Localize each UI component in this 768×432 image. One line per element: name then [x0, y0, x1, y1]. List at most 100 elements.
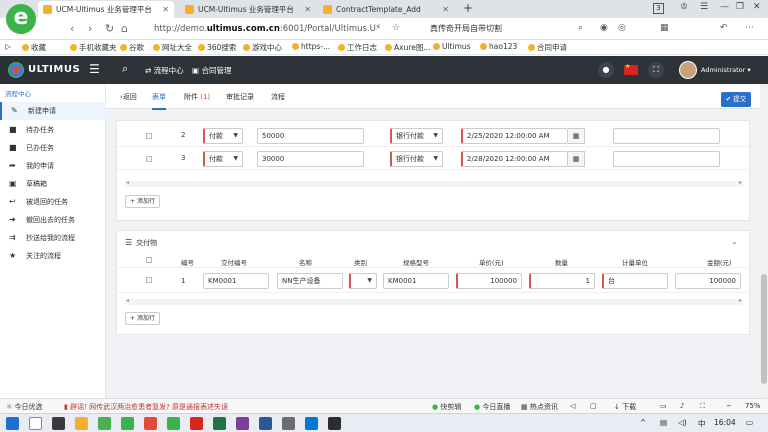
browser-tab[interactable]: UCM-Ultimus 业务管理平台 ✕ [180, 1, 316, 18]
quantity-input[interactable]: 1 [529, 273, 595, 289]
browser-active-icon[interactable] [167, 417, 180, 430]
extension-icon[interactable]: ◉ [600, 23, 608, 33]
browser-tab[interactable]: UCM-Ultimus 业务管理平台 ✕ [38, 1, 174, 18]
bookmark-item[interactable]: 谷歌 [120, 42, 144, 53]
calendar-icon[interactable]: ▦ [568, 128, 585, 144]
zoom-level[interactable]: 75% [745, 402, 761, 410]
category-select[interactable]: ▼ [349, 273, 377, 289]
close-tab-icon[interactable]: ✕ [162, 1, 169, 18]
row-checkbox[interactable] [146, 133, 152, 139]
unit-price-input[interactable]: 100000 [456, 273, 522, 289]
amount-input[interactable]: 100000 [675, 273, 741, 289]
add-row-button[interactable]: + 添加行 [125, 195, 160, 208]
refresh-icon[interactable]: ↻ [105, 22, 114, 35]
tray-chevron-icon[interactable]: ^ [640, 418, 646, 427]
app-logo[interactable]: ULTIMUS [0, 56, 80, 84]
page-scrollbar[interactable] [760, 84, 768, 398]
sidebar-toggle-icon[interactable]: ▷ [5, 42, 11, 51]
select-all-checkbox[interactable] [146, 257, 152, 263]
news-ticker[interactable]: ▮ 辟谣! 网传武汉两治愈患者复发? 原是通报表述失误 [64, 402, 228, 412]
payment-method-select[interactable]: 银行付款 ▼ [390, 151, 443, 167]
grid-icon[interactable]: ▦ [660, 23, 669, 33]
bookmark-item[interactable]: https-... [292, 42, 330, 51]
hamburger-menu-icon[interactable]: ☰ [89, 62, 100, 76]
tab-form[interactable]: 表单 [152, 92, 166, 110]
remark-input[interactable] [613, 151, 720, 167]
forward-icon[interactable]: › [88, 22, 92, 35]
tab-count-badge[interactable]: 3 [653, 3, 664, 14]
speaker-icon[interactable]: ◁ [570, 402, 575, 410]
close-window-icon[interactable]: ✕ [753, 2, 761, 12]
network-icon[interactable]: ▤ [660, 418, 667, 427]
sidebar-item-cc-to-me[interactable]: ⇉ 抄送给我的流程 [0, 229, 106, 247]
sound-icon[interactable]: ♪ [680, 402, 684, 410]
fullscreen-icon[interactable]: ⛶ [700, 402, 705, 411]
horizontal-scrollbar[interactable]: ◂ ▸ [125, 297, 743, 305]
browser-logo-icon[interactable]: e [6, 4, 36, 34]
menu-item-process-center[interactable]: ⇄ 流程中心 [145, 65, 184, 76]
bookmark-item[interactable]: Axure图... [385, 42, 431, 53]
chrome-icon[interactable] [98, 417, 111, 430]
payment-type-select[interactable]: 付款 ▼ [203, 128, 243, 144]
menu-icon[interactable]: ☰ [700, 2, 708, 12]
sidebar-item-drafts[interactable]: ▣ 草稿箱 [0, 175, 106, 193]
sidebar-item-withdrawn-tasks[interactable]: ➜ 撤回出去的任务 [0, 211, 106, 229]
sidebar-item-done-tasks[interactable]: ■ 已办任务 [0, 139, 106, 157]
bookmark-item[interactable]: 手机收藏夹 [70, 42, 117, 53]
url-input[interactable]: http://demo.ultimus.com.cn:6001/Portal/U… [136, 21, 426, 37]
user-menu[interactable]: Administrator ▾ [701, 66, 751, 74]
bookmark-item[interactable]: hao123 [480, 42, 517, 51]
new-tab-button[interactable]: + [463, 1, 473, 15]
search-icon[interactable]: ⌕ [122, 62, 128, 76]
windows-start-icon[interactable] [6, 417, 19, 430]
add-row-button[interactable]: + 添加行 [125, 312, 160, 325]
input-language[interactable]: 中 [698, 418, 706, 429]
back-icon[interactable]: ‹ [70, 22, 74, 35]
payment-method-select[interactable]: 银行付款 ▼ [390, 128, 443, 144]
star-icon[interactable]: ☆ [392, 23, 400, 33]
bookmark-item[interactable]: 网址大全 [153, 42, 192, 53]
home-icon[interactable]: ⌂ [121, 22, 128, 35]
bookmark-item[interactable]: Ultimus [433, 42, 471, 51]
hot-news-link[interactable]: ▦ 热点资讯 [521, 402, 558, 412]
live-link[interactable]: ● 今日直播 [474, 402, 510, 412]
word-icon[interactable] [259, 417, 272, 430]
payment-date-input[interactable]: 2/25/2020 12:00:00 AM [461, 128, 568, 144]
bookmark-item[interactable]: 收藏 [22, 42, 46, 53]
zoom-minus-icon[interactable]: − [726, 402, 732, 410]
sidebar-item-followed[interactable]: ★ 关注的流程 [0, 247, 106, 265]
amount-input[interactable]: 50000 [257, 128, 364, 144]
download-link[interactable]: ↓ 下载 [614, 402, 636, 412]
sidebar-item-todo-tasks[interactable]: ■ 待办任务 [0, 121, 106, 139]
undo-icon[interactable]: ↶ [720, 23, 728, 33]
remark-input[interactable] [613, 128, 720, 144]
volume-icon[interactable]: ◁) [678, 418, 687, 427]
daily-picks-link[interactable]: ☼ 今日优选 [6, 402, 43, 412]
browser-tab[interactable]: ContractTemplate_Add ✕ [318, 1, 454, 18]
quick-edit-link[interactable]: ● 快剪辑 [432, 402, 461, 412]
file-explorer-icon[interactable] [75, 417, 88, 430]
page-icon[interactable]: ▭ [660, 402, 667, 410]
back-link[interactable]: ‹返回 [120, 92, 137, 102]
bookmark-item[interactable]: 360搜索 [198, 42, 236, 53]
extension-icon[interactable]: ◎ [618, 23, 626, 33]
avatar[interactable] [679, 61, 697, 79]
app-icon[interactable] [305, 417, 318, 430]
sidebar-item-returned-tasks[interactable]: ↩ 被退回的任务 [0, 193, 106, 211]
excel-icon[interactable] [213, 417, 226, 430]
bookmark-item[interactable]: 工作日志 [338, 42, 377, 53]
row-checkbox[interactable] [146, 156, 152, 162]
notification-bell-icon[interactable]: ● [598, 62, 614, 78]
notifications-icon[interactable]: ▭ [746, 418, 753, 427]
clock[interactable]: 16:04 [714, 418, 736, 427]
tab-approval-history[interactable]: 审批记录 [226, 92, 254, 102]
task-view-icon[interactable] [52, 417, 65, 430]
onenote-icon[interactable] [236, 417, 249, 430]
camera-icon[interactable]: ▢ [590, 402, 597, 410]
delivery-code-input[interactable]: KM0001 [203, 273, 269, 289]
terminal-icon[interactable] [328, 417, 341, 430]
chevron-down-icon[interactable]: ⌄ [731, 237, 738, 246]
payment-date-input[interactable]: 2/28/2020 12:00:00 AM [461, 151, 568, 167]
sidebar-item-my-requests[interactable]: ➦ 我的申请 [0, 157, 106, 175]
search-input[interactable]: 真传奇开局自带切割 [430, 21, 540, 37]
